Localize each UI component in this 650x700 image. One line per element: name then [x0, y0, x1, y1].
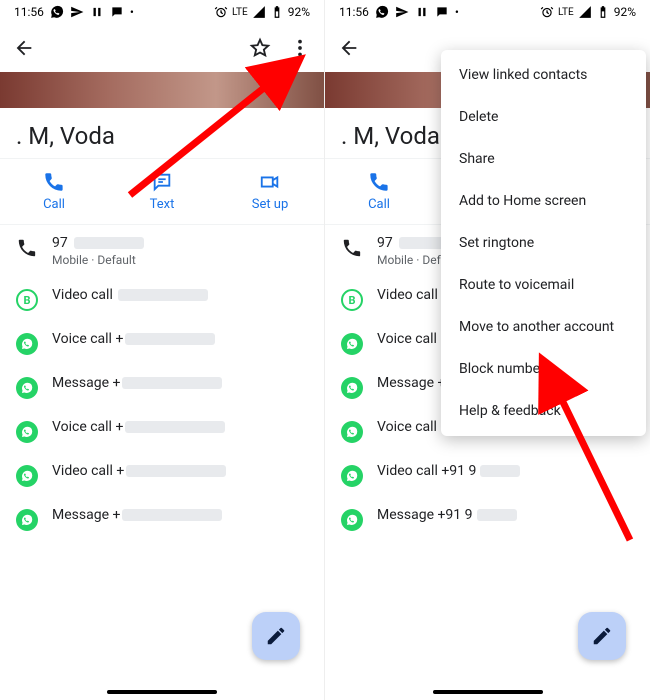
- favorite-button[interactable]: [246, 34, 274, 62]
- overflow-menu-button[interactable]: [286, 34, 314, 62]
- bubble-status-icon: [435, 5, 449, 19]
- signal-icon: [252, 5, 266, 19]
- wa-row[interactable]: Message +91 9: [325, 497, 650, 541]
- phone-number: 97: [52, 235, 68, 251]
- overflow-menu: View linked contacts Delete Share Add to…: [441, 50, 646, 436]
- statusbar: 11:56 • LTE 92%: [0, 0, 324, 24]
- whatsapp-icon: [16, 465, 38, 487]
- bubble-status-icon: [110, 5, 124, 19]
- menu-delete[interactable]: Delete: [441, 96, 646, 138]
- send-status-icon: [70, 5, 84, 19]
- menu-view-linked[interactable]: View linked contacts: [441, 54, 646, 96]
- menu-help-feedback[interactable]: Help & feedback: [441, 390, 646, 432]
- whatsapp-icon: [341, 465, 363, 487]
- send-status-icon: [395, 5, 409, 19]
- text-action[interactable]: Text: [108, 165, 216, 218]
- call-label: Call: [43, 197, 65, 212]
- whatsapp-business-icon: B: [16, 289, 38, 311]
- nav-bar-handle[interactable]: [433, 690, 543, 694]
- contact-name: . M, Voda: [0, 108, 324, 158]
- wa-row[interactable]: Message +: [0, 497, 324, 541]
- message-icon[interactable]: [286, 235, 308, 257]
- phone-left: 11:56 • LTE 92% . M, Voda: [0, 0, 325, 700]
- call-action[interactable]: Call: [325, 165, 433, 218]
- phone-icon: [16, 237, 38, 259]
- menu-block-numbers[interactable]: Block numbers: [441, 348, 646, 390]
- pause-status-icon: [415, 5, 429, 19]
- edit-fab[interactable]: [252, 612, 300, 660]
- battery-icon: [596, 5, 610, 19]
- status-time: 11:56: [14, 5, 44, 19]
- whatsapp-status-icon: [375, 5, 389, 19]
- call-action[interactable]: Call: [0, 165, 108, 218]
- setup-label: Set up: [252, 197, 289, 212]
- wa-row[interactable]: Voice call +: [0, 321, 324, 365]
- battery-label: 92%: [614, 5, 636, 19]
- wa-row[interactable]: Voice call +: [0, 409, 324, 453]
- wa-row[interactable]: B Video call: [0, 277, 324, 321]
- menu-move-account[interactable]: Move to another account: [441, 306, 646, 348]
- phone-subtitle: Mobile · Default: [52, 253, 272, 267]
- setup-action[interactable]: Set up: [216, 165, 324, 218]
- alarm-icon: [540, 5, 554, 19]
- appbar: [0, 24, 324, 72]
- menu-add-home[interactable]: Add to Home screen: [441, 180, 646, 222]
- net-label: LTE: [232, 7, 248, 18]
- battery-icon: [270, 5, 284, 19]
- status-dot: •: [455, 5, 459, 19]
- menu-share[interactable]: Share: [441, 138, 646, 180]
- whatsapp-icon: [16, 333, 38, 355]
- back-button[interactable]: [335, 34, 363, 62]
- net-label: LTE: [558, 7, 574, 18]
- whatsapp-icon: [341, 421, 363, 443]
- action-row: Call Text Set up: [0, 158, 324, 225]
- whatsapp-icon: [341, 509, 363, 531]
- call-label: Call: [368, 197, 390, 212]
- status-time: 11:56: [339, 5, 369, 19]
- phone-icon: [341, 237, 363, 259]
- whatsapp-business-icon: B: [341, 289, 363, 311]
- back-button[interactable]: [10, 34, 38, 62]
- wa-row[interactable]: Message +: [0, 365, 324, 409]
- signal-icon: [578, 5, 592, 19]
- menu-set-ringtone[interactable]: Set ringtone: [441, 222, 646, 264]
- whatsapp-icon: [341, 377, 363, 399]
- pause-status-icon: [90, 5, 104, 19]
- status-dot: •: [130, 5, 134, 19]
- whatsapp-status-icon: [50, 5, 64, 19]
- whatsapp-icon: [341, 333, 363, 355]
- statusbar: 11:56 • LTE 92%: [325, 0, 650, 24]
- wa-row[interactable]: Video call +91 9: [325, 453, 650, 497]
- text-label: Text: [150, 197, 175, 212]
- contact-photo[interactable]: [0, 72, 324, 108]
- wa-row[interactable]: Video call +: [0, 453, 324, 497]
- edit-fab[interactable]: [578, 612, 626, 660]
- whatsapp-icon: [16, 509, 38, 531]
- battery-label: 92%: [288, 5, 310, 19]
- nav-bar-handle[interactable]: [107, 690, 217, 694]
- phone-number: 97: [377, 235, 393, 251]
- whatsapp-icon: [16, 377, 38, 399]
- menu-route-voicemail[interactable]: Route to voicemail: [441, 264, 646, 306]
- phone-right: 11:56 • LTE 92% . M, Voda: [325, 0, 650, 700]
- whatsapp-icon: [16, 421, 38, 443]
- phone-number-row[interactable]: 97 Mobile · Default: [0, 225, 324, 277]
- alarm-icon: [214, 5, 228, 19]
